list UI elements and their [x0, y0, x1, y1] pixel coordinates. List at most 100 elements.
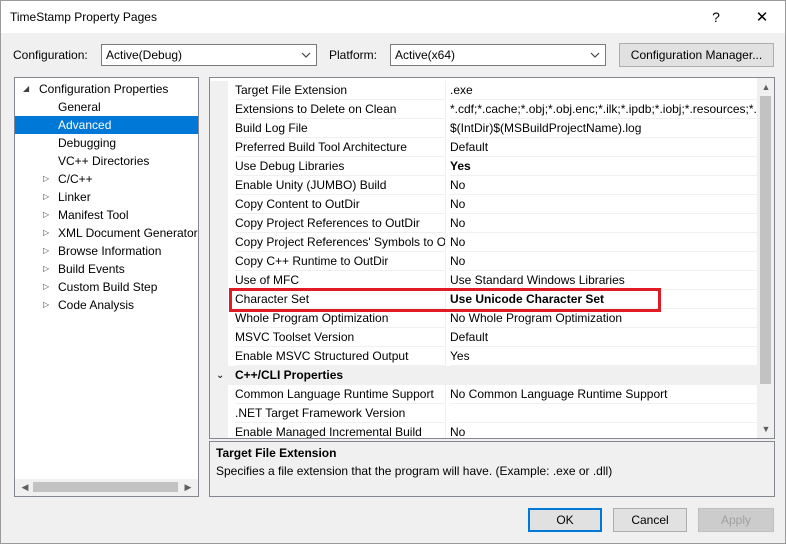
- property-value[interactable]: Yes: [450, 157, 762, 176]
- title-bar: TimeStamp Property Pages ? ✕: [1, 1, 785, 33]
- property-row[interactable]: MSVC Toolset Version Default: [210, 328, 762, 347]
- property-row[interactable]: Common Language Runtime Support No Common…: [210, 385, 762, 404]
- property-row[interactable]: Copy Project References to OutDir No: [210, 214, 762, 233]
- help-button[interactable]: ?: [693, 1, 739, 33]
- property-name: Preferred Build Tool Architecture: [235, 138, 446, 157]
- row-gutter: [210, 290, 228, 309]
- tree-item-custom-build-step[interactable]: ▷ Custom Build Step: [15, 278, 198, 296]
- property-value[interactable]: No: [450, 252, 762, 271]
- expand-arrow-icon[interactable]: ▷: [43, 260, 49, 278]
- tree-item-code-analysis[interactable]: ▷ Code Analysis: [15, 296, 198, 314]
- tree-item-general[interactable]: General: [15, 98, 198, 116]
- property-value[interactable]: $(IntDir)$(MSBuildProjectName).log: [450, 119, 762, 138]
- tree-horizontal-scrollbar[interactable]: ◀ ▶: [15, 479, 198, 496]
- property-value[interactable]: [450, 404, 762, 423]
- expand-arrow-icon[interactable]: ▷: [43, 242, 49, 260]
- property-name: Enable MSVC Structured Output: [235, 347, 446, 366]
- window-title: TimeStamp Property Pages: [10, 10, 157, 24]
- property-name: Extensions to Delete on Clean: [235, 100, 446, 119]
- property-row[interactable]: Enable Managed Incremental Build No: [210, 423, 762, 438]
- scroll-left-icon[interactable]: ◀: [19, 481, 31, 493]
- scroll-right-icon[interactable]: ▶: [182, 481, 194, 493]
- property-row[interactable]: .NET Target Framework Version: [210, 404, 762, 423]
- property-pages-window: TimeStamp Property Pages ? ✕ Configurati…: [0, 0, 786, 544]
- expand-arrow-icon[interactable]: ▷: [43, 206, 49, 224]
- description-text: Specifies a file extension that the prog…: [216, 464, 613, 478]
- tree-item-manifest-tool[interactable]: ▷ Manifest Tool: [15, 206, 198, 224]
- tree-root-configuration-properties[interactable]: ◢ Configuration Properties: [15, 80, 198, 98]
- expand-arrow-icon[interactable]: ▷: [43, 296, 49, 314]
- tree-item-linker[interactable]: ▷ Linker: [15, 188, 198, 206]
- row-gutter: [210, 233, 228, 252]
- tree-item-browse-information[interactable]: ▷ Browse Information: [15, 242, 198, 260]
- property-value[interactable]: No Common Language Runtime Support: [450, 385, 762, 404]
- scroll-down-icon[interactable]: ▼: [760, 423, 772, 435]
- property-value[interactable]: *.cdf;*.cache;*.obj;*.obj.enc;*.ilk;*.ip…: [450, 100, 762, 119]
- tree-item-debugging[interactable]: Debugging: [15, 134, 198, 152]
- property-value[interactable]: No: [450, 176, 762, 195]
- property-row[interactable]: Enable MSVC Structured Output Yes: [210, 347, 762, 366]
- property-row[interactable]: Target File Extension .exe: [210, 81, 762, 100]
- category-header-cpp-cli[interactable]: ⌄ C++/CLI Properties: [210, 366, 760, 385]
- property-value[interactable]: No: [450, 233, 762, 252]
- property-row[interactable]: Copy C++ Runtime to OutDir No: [210, 252, 762, 271]
- property-value[interactable]: No: [450, 195, 762, 214]
- description-title: Target File Extension: [216, 446, 337, 460]
- property-value[interactable]: .exe: [450, 81, 762, 100]
- configuration-dropdown[interactable]: Active(Debug): [101, 44, 317, 66]
- chevron-down-icon: [301, 52, 311, 58]
- row-gutter: [210, 252, 228, 271]
- scroll-thumb[interactable]: [33, 482, 178, 492]
- tree-item-vc-directories[interactable]: VC++ Directories: [15, 152, 198, 170]
- property-value[interactable]: No: [450, 423, 762, 438]
- property-row[interactable]: Preferred Build Tool Architecture Default: [210, 138, 762, 157]
- property-row[interactable]: Enable Unity (JUMBO) Build No: [210, 176, 762, 195]
- tree-item-xml-document-generator[interactable]: ▷ XML Document Generator: [15, 224, 198, 242]
- expand-arrow-icon[interactable]: ▷: [43, 188, 49, 206]
- property-row[interactable]: Copy Content to OutDir No: [210, 195, 762, 214]
- row-gutter: [210, 423, 228, 438]
- row-gutter: [210, 157, 228, 176]
- property-name: Common Language Runtime Support: [235, 385, 446, 404]
- collapse-chevron-icon[interactable]: ⌄: [216, 366, 224, 385]
- expand-arrow-icon[interactable]: ▷: [43, 224, 49, 242]
- row-gutter: [210, 176, 228, 195]
- property-row[interactable]: Build Log File $(IntDir)$(MSBuildProjectN…: [210, 119, 762, 138]
- ok-button[interactable]: OK: [528, 508, 602, 532]
- configuration-value: Active(Debug): [106, 48, 183, 62]
- property-row[interactable]: Use Debug Libraries Yes: [210, 157, 762, 176]
- tree-item-advanced[interactable]: Advanced: [15, 116, 198, 134]
- grid-vertical-scrollbar[interactable]: ▲ ▼: [757, 78, 774, 438]
- property-grid: Target File Extension .exe Extensions to D…: [209, 77, 775, 439]
- close-button[interactable]: ✕: [739, 1, 785, 33]
- property-tree: ◢ Configuration Properties General Advanc…: [14, 77, 199, 497]
- cancel-button[interactable]: Cancel: [613, 508, 687, 532]
- row-gutter: [210, 195, 228, 214]
- property-name: Copy Project References' Symbols to Ou: [235, 233, 446, 252]
- property-value[interactable]: Default: [450, 138, 762, 157]
- property-value[interactable]: Default: [450, 328, 762, 347]
- platform-dropdown[interactable]: Active(x64): [390, 44, 606, 66]
- expand-arrow-icon[interactable]: ▷: [43, 278, 49, 296]
- tree-item-label: XML Document Generator: [58, 226, 198, 240]
- row-gutter: [210, 100, 228, 119]
- scroll-thumb[interactable]: [760, 96, 771, 384]
- tree-item-label: Debugging: [58, 136, 117, 150]
- tree-item-build-events[interactable]: ▷ Build Events: [15, 260, 198, 278]
- tree-item-label: VC++ Directories: [58, 154, 150, 168]
- property-value[interactable]: No: [450, 214, 762, 233]
- property-name: Enable Managed Incremental Build: [235, 423, 446, 438]
- apply-button[interactable]: Apply: [698, 508, 774, 532]
- expand-arrow-icon[interactable]: ▷: [43, 170, 49, 188]
- tree-item-label: Code Analysis: [58, 298, 135, 312]
- row-gutter: [210, 385, 228, 404]
- row-gutter: [210, 404, 228, 423]
- property-row[interactable]: Extensions to Delete on Clean *.cdf;*.cac…: [210, 100, 762, 119]
- tree-item-c-c-[interactable]: ▷ C/C++: [15, 170, 198, 188]
- property-row[interactable]: Copy Project References' Symbols to Ou No: [210, 233, 762, 252]
- configuration-manager-button[interactable]: Configuration Manager...: [619, 43, 774, 67]
- row-gutter: [210, 119, 228, 138]
- platform-label: Platform:: [329, 48, 378, 62]
- property-value[interactable]: Yes: [450, 347, 762, 366]
- scroll-up-icon[interactable]: ▲: [760, 81, 772, 93]
